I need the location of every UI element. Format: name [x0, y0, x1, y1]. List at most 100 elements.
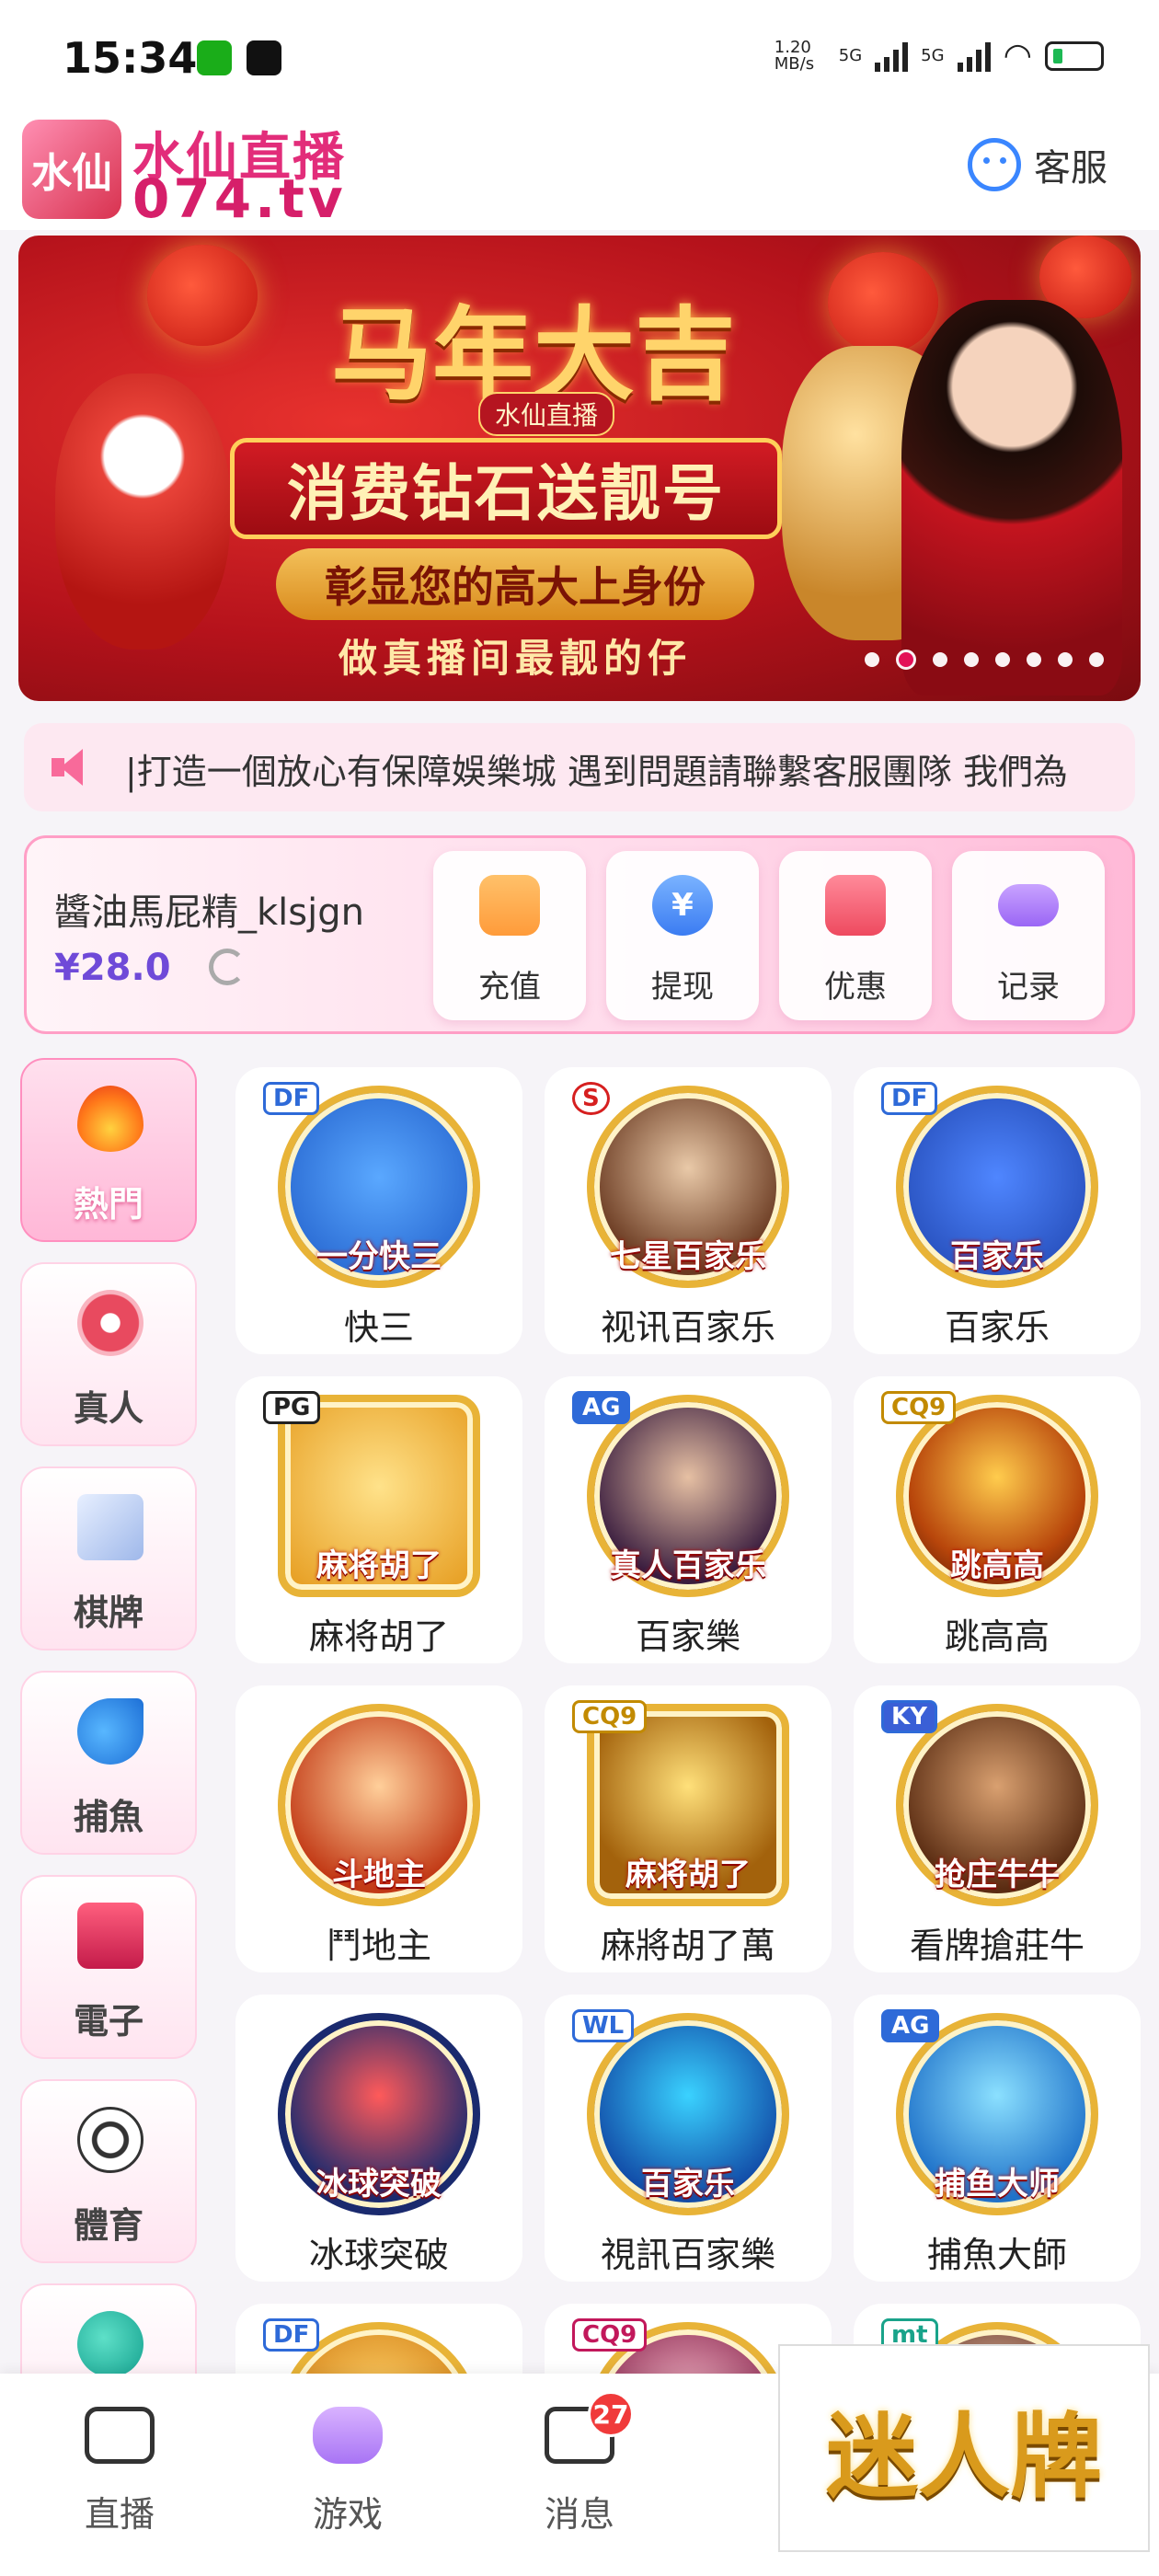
withdraw-label: 提现: [651, 969, 714, 1006]
announcement-marquee[interactable]: |打造一個放心有保障娛樂城 遇到問題請聯繫客服團隊 我們為: [24, 723, 1135, 811]
records-button[interactable]: 记录: [952, 851, 1105, 1020]
lantern-icon: [147, 245, 258, 346]
flame-icon: [77, 1086, 143, 1152]
recharge-button[interactable]: 充值: [433, 851, 586, 1020]
game-tile[interactable]: AG 真人百家乐 百家樂: [545, 1376, 832, 1663]
game-tile[interactable]: AG 捕鱼大师 捕魚大師: [854, 1995, 1141, 2282]
unread-badge: 27: [588, 2391, 634, 2437]
game-name: 百家樂: [635, 1616, 740, 1657]
game-tile[interactable]: CQ9 跳高高 跳高高: [854, 1376, 1141, 1663]
nav-messages[interactable]: 27 消息: [506, 2391, 653, 2536]
game-logo-text: 百家乐: [641, 2166, 735, 2202]
lottery-ball-icon: [77, 2311, 143, 2377]
game-tile[interactable]: 斗地主 鬥地主: [235, 1685, 522, 1972]
promo-banner[interactable]: 马年大吉 水仙直播 消费钻石送靓号 彰显您的高大上身份 做真播间最靓的仔: [18, 236, 1141, 701]
carousel-dot[interactable]: [896, 650, 916, 670]
slot-777-icon: [77, 1903, 143, 1969]
carousel-dot[interactable]: [964, 652, 979, 667]
nav-label: 直播: [84, 2494, 155, 2535]
account-actions: 充值 ¥ 提现 优惠 记录: [433, 851, 1105, 1020]
game-name: 視訊百家樂: [600, 2235, 775, 2275]
floating-ad[interactable]: 迷人牌: [778, 2344, 1150, 2552]
wallet-icon: [479, 875, 540, 936]
game-name: 跳高高: [944, 1616, 1050, 1657]
carousel-dot[interactable]: [1089, 652, 1104, 667]
banner-headline: 消费钻石送靓号: [287, 458, 725, 529]
username: 醬油馬屁精_klsjgn: [54, 891, 364, 934]
gamepad-icon: [313, 2407, 383, 2464]
game-tile[interactable]: KY 抢庄牛牛 看牌搶莊牛: [854, 1685, 1141, 1972]
game-name: 百家乐: [944, 1307, 1050, 1348]
provider-badge: CQ9: [572, 2318, 648, 2352]
provider-badge: KY: [881, 1700, 937, 1733]
floating-ad-text: 迷人牌: [826, 2401, 1102, 2511]
network-speed: 1.20 MB/s: [774, 37, 815, 74]
game-name: 视讯百家乐: [600, 1307, 775, 1348]
game-tile[interactable]: WL 百家乐視訊百家樂: [545, 1995, 832, 2282]
app-logo: 水仙: [22, 120, 121, 219]
refresh-icon[interactable]: [209, 949, 246, 985]
category-label: 電子: [73, 2001, 143, 2041]
carousel-dot[interactable]: [1027, 652, 1041, 667]
game-logo-text: 冰球突破: [316, 2166, 442, 2202]
soccer-ball-icon: [77, 2107, 143, 2173]
category-label: 體育: [73, 2205, 143, 2246]
signal-icon: [875, 40, 909, 72]
game-name: 麻將胡了萬: [600, 1926, 775, 1966]
carousel-dot[interactable]: [1058, 652, 1073, 667]
game-logo-text: 七星百家乐: [610, 1238, 766, 1275]
status-bar: 15:34 1.20 MB/s 5G 5G ◠: [0, 0, 1159, 120]
game-tile[interactable]: DF 百家乐 百家乐: [854, 1067, 1141, 1354]
game-tile[interactable]: S 七星百家乐 视讯百家乐: [545, 1067, 832, 1354]
category-label: 熱門: [73, 1184, 143, 1225]
category-label: 棋牌: [73, 1593, 143, 1633]
coupon-icon: [825, 875, 886, 936]
game-logo-text: 跳高高: [950, 1547, 1044, 1584]
game-logo-text: 百家乐: [950, 1238, 1044, 1275]
game-tile[interactable]: DF 一分快三 快三: [235, 1067, 522, 1354]
provider-badge: WL: [572, 2009, 635, 2042]
game-tile[interactable]: PG 麻将胡了 麻将胡了: [235, 1376, 522, 1663]
category-sports[interactable]: 體育: [20, 2079, 197, 2263]
network-type-2: 5G: [921, 46, 945, 65]
announcement-text: |打造一個放心有保障娛樂城 遇到問題請聯繫客服團隊 我們為: [125, 752, 1068, 792]
account-panel: 醬油馬屁精_klsjgn ¥28.0 充值 ¥ 提现 优惠 记录: [24, 835, 1135, 1034]
category-live[interactable]: 真人: [20, 1262, 197, 1446]
battery-icon: [1045, 40, 1104, 71]
game-name: 快三: [343, 1307, 414, 1348]
nav-label: 游戏: [312, 2494, 383, 2535]
provider-badge: CQ9: [881, 1391, 957, 1424]
banner-tagline: 彰显您的高大上身份: [276, 548, 754, 620]
yen-coin-icon: ¥: [652, 875, 713, 936]
nav-games[interactable]: 游戏: [274, 2407, 421, 2536]
game-name: 冰球突破: [308, 2235, 449, 2275]
game-logo-text: 一分快三: [316, 1238, 442, 1275]
carousel-dot[interactable]: [995, 652, 1010, 667]
carousel-indicator[interactable]: [865, 650, 1104, 670]
nav-live[interactable]: 直播: [46, 2407, 193, 2536]
category-fishing[interactable]: 捕魚: [20, 1671, 197, 1855]
balance: ¥28.0: [54, 947, 171, 989]
customer-service-button[interactable]: 客服: [968, 138, 1107, 191]
carousel-dot[interactable]: [865, 652, 879, 667]
category-slots[interactable]: 電子: [20, 1875, 197, 2059]
category-hot[interactable]: 熱門: [20, 1058, 197, 1242]
game-logo-text: 麻将胡了: [316, 1547, 442, 1584]
category-cards[interactable]: 棋牌: [20, 1466, 197, 1650]
camera-icon: [85, 2407, 155, 2464]
promotions-button[interactable]: 优惠: [779, 851, 932, 1020]
withdraw-button[interactable]: ¥ 提现: [606, 851, 759, 1020]
game-tile[interactable]: 冰球突破 冰球突破: [235, 1995, 522, 2282]
shark-icon: [77, 1698, 143, 1765]
game-name: 麻将胡了: [308, 1616, 449, 1657]
app-header: 水仙 水仙直播 074.tv 客服: [0, 110, 1159, 230]
customer-service-label: 客服: [1034, 147, 1107, 190]
carousel-dot[interactable]: [933, 652, 947, 667]
game-name: 鬥地主: [326, 1926, 431, 1966]
signal-icon-2: [957, 40, 991, 72]
lantern-icon: [828, 252, 938, 353]
game-tile[interactable]: CQ9 麻将胡了 麻將胡了萬: [545, 1685, 832, 1972]
category-sidebar: 熱門 真人 棋牌 捕魚 電子 體育: [20, 1058, 197, 2488]
brand-domain: 074.tv: [132, 167, 347, 230]
game-logo-text: 捕鱼大师: [935, 2166, 1060, 2202]
